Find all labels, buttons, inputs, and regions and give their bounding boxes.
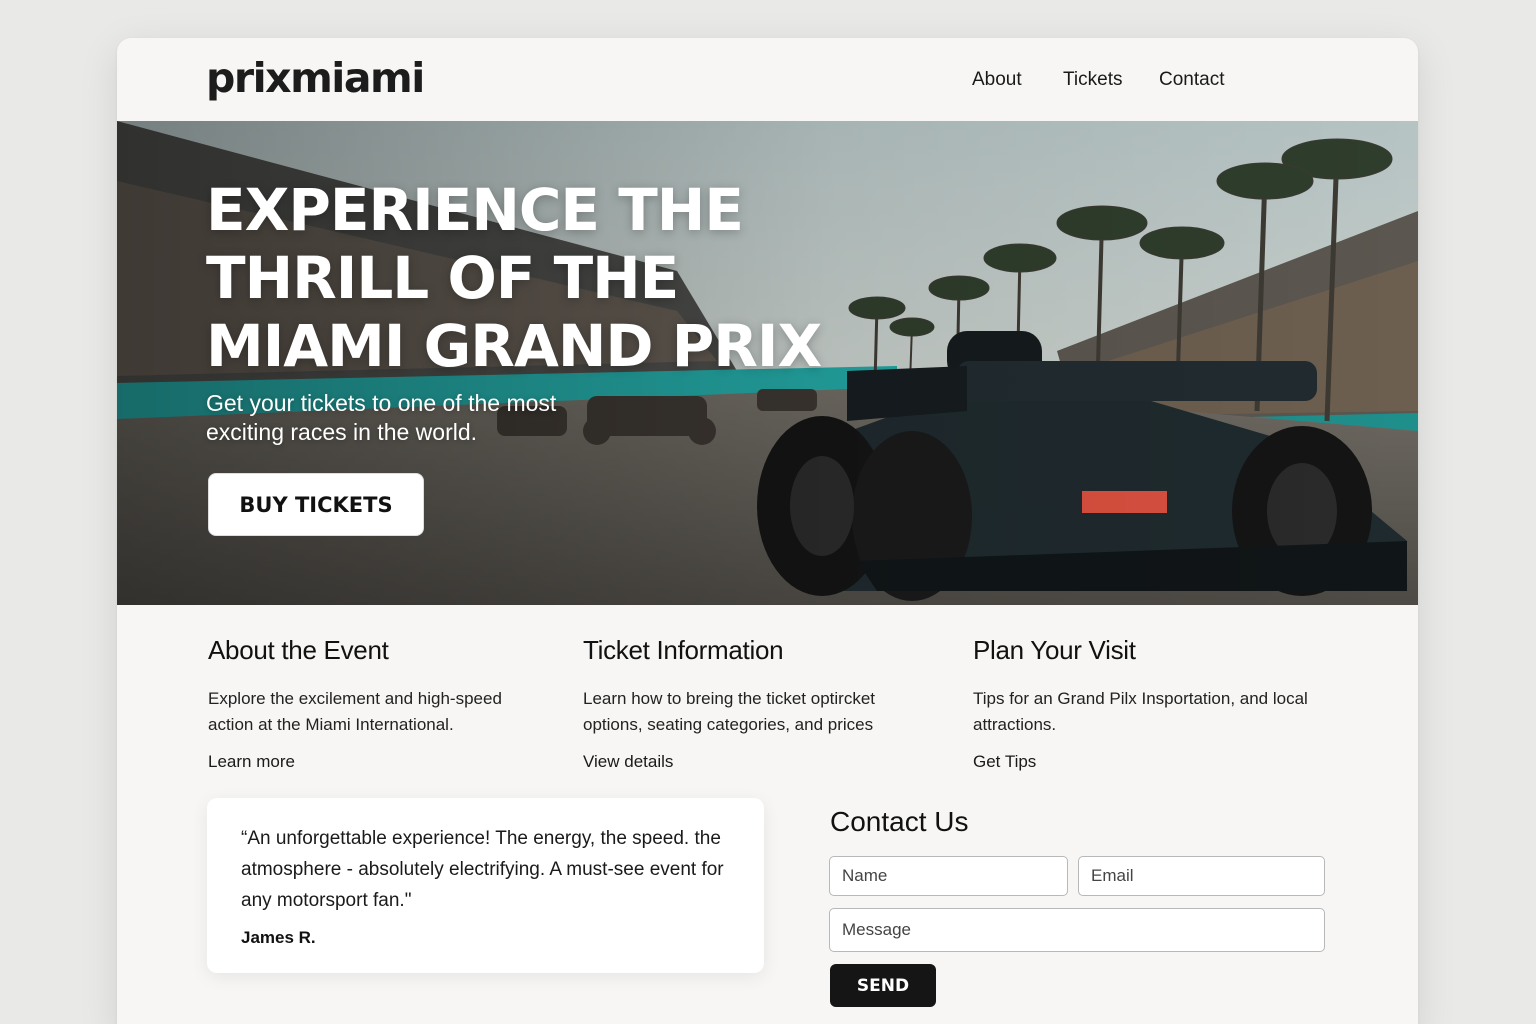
about-event-section: About the Event Explore the excilement a… bbox=[208, 635, 548, 772]
hero-title: EXPERIENCE THE THRILL OF THE MIAMI GRAND… bbox=[206, 176, 822, 380]
send-button[interactable]: SEND bbox=[830, 964, 936, 1007]
ticket-info-section: Ticket Information Learn how to breing t… bbox=[583, 635, 923, 772]
get-tips-link[interactable]: Get Tips bbox=[973, 752, 1313, 772]
message-field[interactable] bbox=[829, 908, 1325, 952]
section-text: Explore the excilement and high-speed ac… bbox=[208, 689, 502, 734]
section-title: Ticket Information bbox=[583, 635, 784, 665]
nav-about[interactable]: About bbox=[972, 69, 1022, 91]
hero-subtitle: Get your tickets to one of the most exci… bbox=[206, 390, 557, 445]
browser-page: prixmiami About Tickets Contact EXPERIEN… bbox=[117, 38, 1418, 1024]
contact-title: Contact Us bbox=[830, 806, 969, 837]
section-text: Tips for an Grand Pilx Insportation, and… bbox=[973, 689, 1308, 734]
nav-tickets[interactable]: Tickets bbox=[1063, 69, 1122, 91]
view-details-link[interactable]: View details bbox=[583, 752, 923, 772]
testimonial-card: “An unforgettable experience! The energy… bbox=[207, 798, 764, 973]
section-title: Plan Your Visit bbox=[973, 635, 1136, 665]
hero-banner: EXPERIENCE THE THRILL OF THE MIAMI GRAND… bbox=[117, 121, 1418, 605]
section-title: About the Event bbox=[208, 635, 389, 665]
buy-tickets-button[interactable]: BUY TICKETS bbox=[208, 473, 424, 536]
site-logo[interactable]: prixmiami bbox=[206, 54, 425, 102]
testimonial-quote: “An unforgettable experience! The energy… bbox=[241, 828, 724, 911]
name-field[interactable] bbox=[829, 856, 1068, 896]
section-text: Learn how to breing the ticket optircket… bbox=[583, 689, 875, 734]
testimonial-author: James R. bbox=[241, 928, 316, 947]
learn-more-link[interactable]: Learn more bbox=[208, 752, 548, 772]
email-field[interactable] bbox=[1078, 856, 1325, 896]
plan-visit-section: Plan Your Visit Tips for an Grand Pilx I… bbox=[973, 635, 1313, 772]
nav-contact[interactable]: Contact bbox=[1159, 69, 1224, 91]
site-header: prixmiami About Tickets Contact bbox=[117, 38, 1418, 121]
